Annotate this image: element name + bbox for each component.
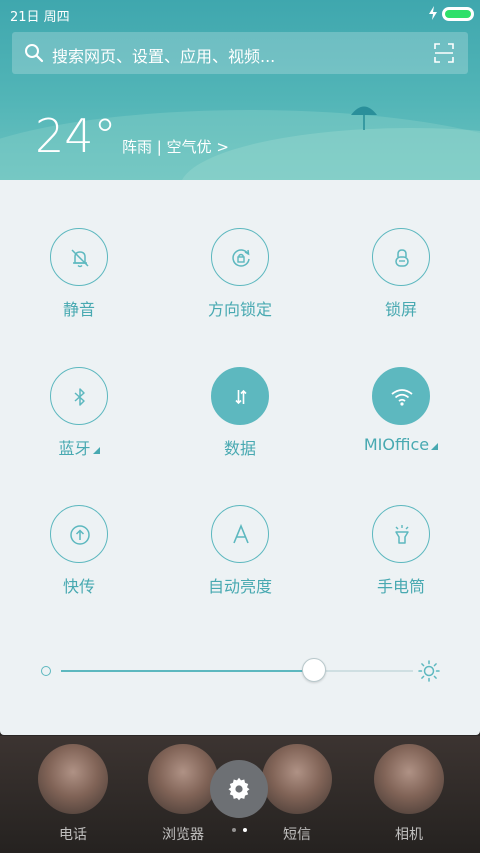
search-icon <box>25 44 44 63</box>
status-bar: 21日 周四 <box>0 0 480 28</box>
toggle-wifi[interactable]: MIOffice <box>341 367 461 454</box>
toggle-label: 快传 <box>62 577 95 596</box>
toggle-label: 蓝牙 <box>19 435 139 459</box>
toggle-bluetooth[interactable]: 蓝牙 <box>19 367 139 459</box>
search-bar[interactable]: 搜索网页、设置、应用、视频... <box>12 32 468 74</box>
rotation-lock-icon <box>232 249 250 267</box>
data-arrows-icon <box>235 389 247 405</box>
toggle-circle[interactable] <box>211 367 269 425</box>
dock-label: 短信 <box>283 827 311 843</box>
dock-app-messages[interactable] <box>262 744 332 814</box>
page-indicator <box>229 826 251 834</box>
charging-bolt-icon <box>429 6 437 20</box>
toggle-rotation-lock[interactable]: 方向锁定 <box>180 228 300 320</box>
dock-label: 电话 <box>59 827 87 843</box>
toggle-label: 数据 <box>223 439 256 458</box>
weather-description[interactable]: 阵雨 | 空气优 > <box>122 136 229 157</box>
search-placeholder: 搜索网页、设置、应用、视频... <box>52 47 276 66</box>
dock-label: 相机 <box>395 827 423 843</box>
scan-icon[interactable] <box>434 43 454 63</box>
toggle-mobile-data[interactable]: 数据 <box>180 367 300 459</box>
transfer-icon <box>70 525 90 545</box>
toggle-mute[interactable]: 静音 <box>19 228 139 320</box>
toggle-circle[interactable] <box>211 228 269 286</box>
toggle-label: MIOffice <box>341 435 461 454</box>
battery-icon <box>442 7 474 21</box>
toggle-circle[interactable] <box>372 505 430 563</box>
brightness-high-icon <box>418 660 440 682</box>
toggle-circle[interactable] <box>372 367 430 425</box>
brightness-low-icon <box>41 666 51 676</box>
wifi-icon <box>391 389 413 406</box>
status-date: 21日 周四 <box>10 10 70 25</box>
umbrella-icon <box>351 106 377 130</box>
toggle-label: 方向锁定 <box>207 300 272 319</box>
quick-settings-panel: 静音 方向锁定 锁屏 蓝牙 数据 MIOffice 快传 自动亮度 手电筒 <box>0 180 480 735</box>
dock-app-browser[interactable] <box>148 744 218 814</box>
auto-brightness-icon <box>233 523 249 544</box>
bluetooth-icon <box>74 388 85 406</box>
toggle-lock-screen[interactable]: 锁屏 <box>341 228 461 320</box>
toggle-circle[interactable] <box>211 505 269 563</box>
dock-app-camera[interactable] <box>374 744 444 814</box>
toggle-flashlight[interactable]: 手电筒 <box>341 505 461 597</box>
toggle-circle[interactable] <box>50 367 108 425</box>
temperature[interactable]: 24° <box>35 108 117 164</box>
toggle-circle[interactable] <box>372 228 430 286</box>
brightness-slider[interactable] <box>61 658 413 682</box>
toggle-label: 静音 <box>62 300 95 319</box>
bell-off-icon <box>71 249 89 268</box>
toggle-quick-transfer[interactable]: 快传 <box>19 505 139 597</box>
dock-label: 浏览器 <box>162 827 204 843</box>
brightness-slider-thumb[interactable] <box>302 658 326 682</box>
toggle-label: 自动亮度 <box>207 577 272 596</box>
flashlight-icon <box>395 525 409 544</box>
brightness-slider-fill <box>61 670 314 672</box>
gear-icon <box>228 777 250 801</box>
settings-button[interactable] <box>210 760 268 818</box>
toggle-auto-brightness[interactable]: 自动亮度 <box>180 505 300 597</box>
toggle-circle[interactable] <box>50 505 108 563</box>
toggle-label: 锁屏 <box>384 300 417 319</box>
lock-icon <box>395 249 409 267</box>
weather-header: 21日 周四 搜索网页、设置、应用、视频... 24° 阵雨 | 空气优 > <box>0 0 480 180</box>
toggle-label: 手电筒 <box>376 577 425 596</box>
dock-app-phone[interactable] <box>38 744 108 814</box>
toggle-circle[interactable] <box>50 228 108 286</box>
